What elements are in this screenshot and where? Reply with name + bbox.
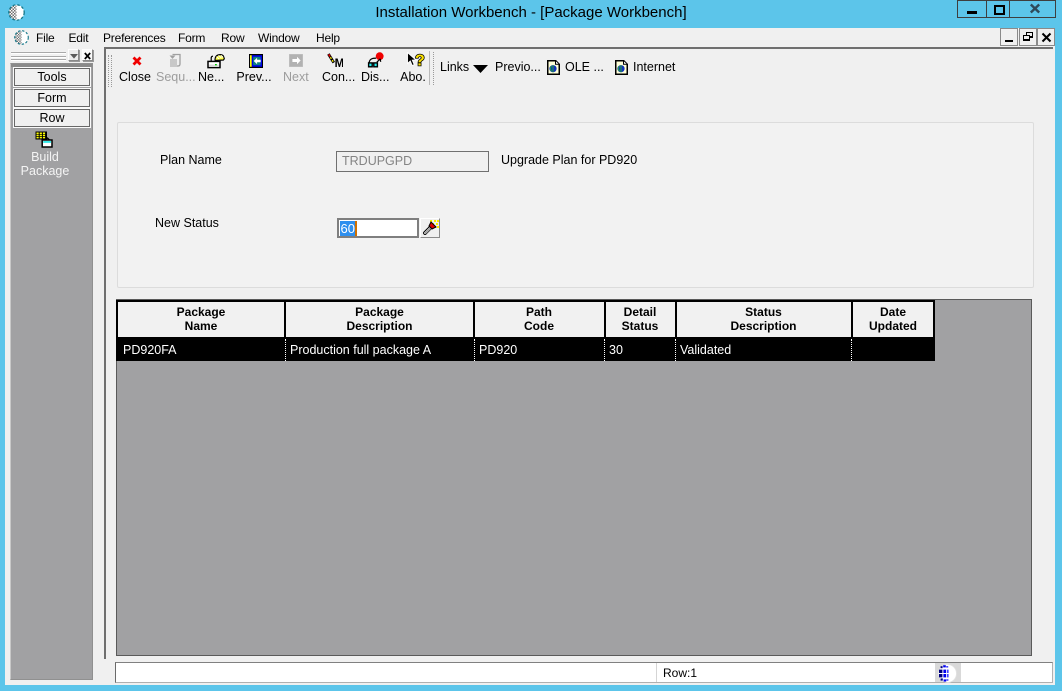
svg-text:M: M (335, 58, 343, 68)
